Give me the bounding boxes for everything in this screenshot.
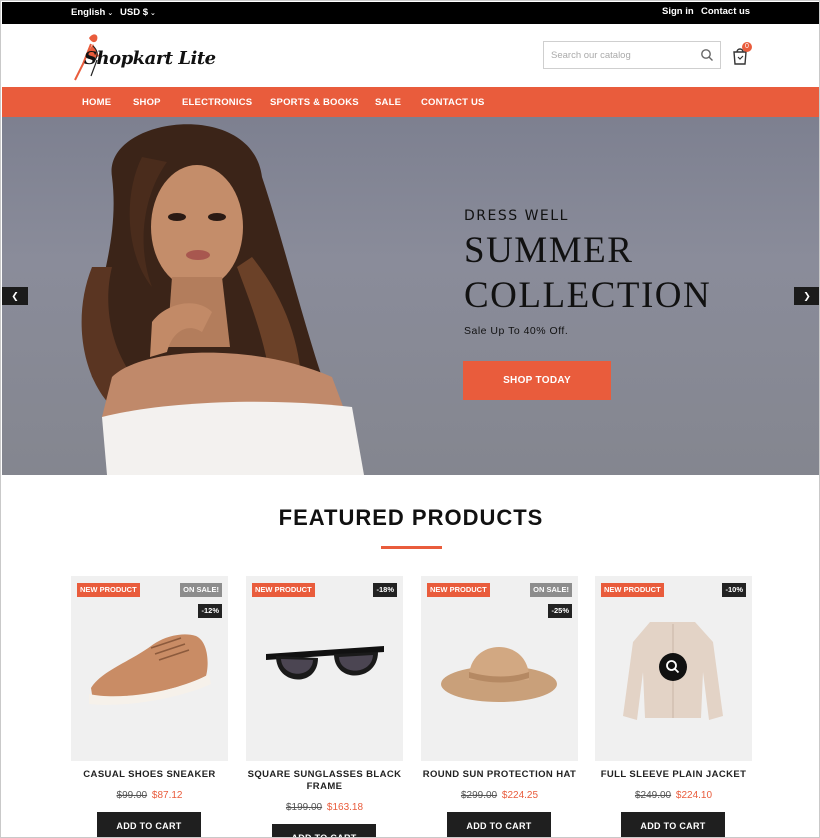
hero-title-line2: COLLECTION [464, 275, 712, 316]
search-icon [666, 660, 680, 674]
featured-products-title: FEATURED PRODUCTS [278, 505, 544, 530]
shop-today-button[interactable]: SHOP TODAY [463, 361, 611, 400]
main-nav: HOME SHOP ELECTRONICS SPORTS & BOOKS SAL… [2, 87, 819, 117]
new-product-badge: NEW PRODUCT [427, 583, 490, 597]
discount-badge: -10% [722, 583, 746, 597]
nav-item-contact-us[interactable]: CONTACT US [421, 97, 485, 108]
product-thumbnail[interactable]: NEW PRODUCT ON SALE! -12% [71, 576, 228, 761]
product-price: $199.00 $163.18 [246, 802, 403, 813]
quick-view-button[interactable] [659, 653, 687, 681]
hero-tagline: Sale Up To 40% Off. [464, 325, 569, 337]
currency-label: USD $ [120, 7, 148, 18]
sale-price: $224.10 [675, 790, 713, 801]
search-input[interactable] [544, 42, 684, 68]
product-name[interactable]: SQUARE SUNGLASSES BLACK FRAME [238, 769, 411, 793]
contact-us-link[interactable]: Contact us [701, 6, 750, 17]
add-to-cart-button[interactable]: ADD TO CART [621, 812, 725, 837]
product-thumbnail[interactable]: NEW PRODUCT -18% [246, 576, 403, 761]
search-box [543, 41, 721, 69]
product-name[interactable]: FULL SLEEVE PLAIN JACKET [587, 769, 760, 781]
slider-prev-arrow-icon[interactable]: ❮ [2, 287, 28, 305]
language-selector[interactable]: English ⌄ [71, 7, 113, 18]
header: Shopkart Lite 0 [2, 24, 819, 87]
old-price: $299.00 [460, 790, 498, 801]
hero-subtitle: DRESS WELL [464, 208, 569, 224]
sunglasses-image [266, 646, 384, 680]
discount-badge: -12% [198, 604, 222, 618]
discount-badge: -18% [373, 583, 397, 597]
hero-model-image [81, 124, 364, 475]
page-frame: English ⌄ USD $ ⌄ Sign in Contact us Sho… [0, 0, 820, 838]
hero-slider: DRESS WELL SUMMER COLLECTION Sale Up To … [2, 117, 819, 475]
on-sale-badge: ON SALE! [180, 583, 222, 597]
logo-text[interactable]: Shopkart Lite [84, 48, 216, 69]
on-sale-badge: ON SALE! [530, 583, 572, 597]
add-to-cart-button[interactable]: ADD TO CART [272, 824, 376, 837]
nav-item-home[interactable]: HOME [82, 97, 111, 108]
nav-item-sale[interactable]: SALE [375, 97, 401, 108]
new-product-badge: NEW PRODUCT [601, 583, 664, 597]
product-name[interactable]: CASUAL SHOES SNEAKER [63, 769, 236, 781]
old-price: $99.00 [116, 790, 148, 801]
product-thumbnail[interactable]: NEW PRODUCT ON SALE! -25% [421, 576, 578, 761]
product-name[interactable]: ROUND SUN PROTECTION HAT [413, 769, 586, 781]
product-price: $249.00 $224.10 [595, 790, 752, 801]
top-bar: English ⌄ USD $ ⌄ Sign in Contact us [2, 2, 819, 24]
sale-price: $87.12 [151, 790, 183, 801]
language-label: English [71, 7, 106, 18]
add-to-cart-button[interactable]: ADD TO CART [447, 812, 551, 837]
hero-title-line1: SUMMER [464, 230, 634, 271]
product-thumbnail[interactable]: NEW PRODUCT -10% [595, 576, 752, 761]
nav-item-sports-books[interactable]: SPORTS & BOOKS [270, 97, 359, 108]
new-product-badge: NEW PRODUCT [252, 583, 315, 597]
product-price: $299.00 $224.25 [421, 790, 578, 801]
sale-price: $163.18 [326, 802, 364, 813]
currency-selector[interactable]: USD $ ⌄ [120, 7, 156, 18]
new-product-badge: NEW PRODUCT [77, 583, 140, 597]
search-icon[interactable] [700, 48, 714, 62]
discount-badge: -25% [548, 604, 572, 618]
nav-item-shop[interactable]: SHOP [133, 97, 161, 108]
slider-next-arrow-icon[interactable]: ❯ [794, 287, 819, 305]
product-price: $99.00 $87.12 [71, 790, 228, 801]
chevron-down-icon: ⌄ [107, 9, 114, 17]
old-price: $249.00 [634, 790, 672, 801]
title-underline [381, 546, 442, 549]
cart-count-badge: 0 [742, 42, 752, 52]
add-to-cart-button[interactable]: ADD TO CART [97, 812, 201, 837]
old-price: $199.00 [285, 802, 323, 813]
nav-item-electronics[interactable]: ELECTRONICS [182, 97, 252, 108]
sale-price: $224.25 [501, 790, 539, 801]
chevron-down-icon: ⌄ [149, 9, 156, 17]
sign-in-link[interactable]: Sign in [662, 6, 694, 17]
